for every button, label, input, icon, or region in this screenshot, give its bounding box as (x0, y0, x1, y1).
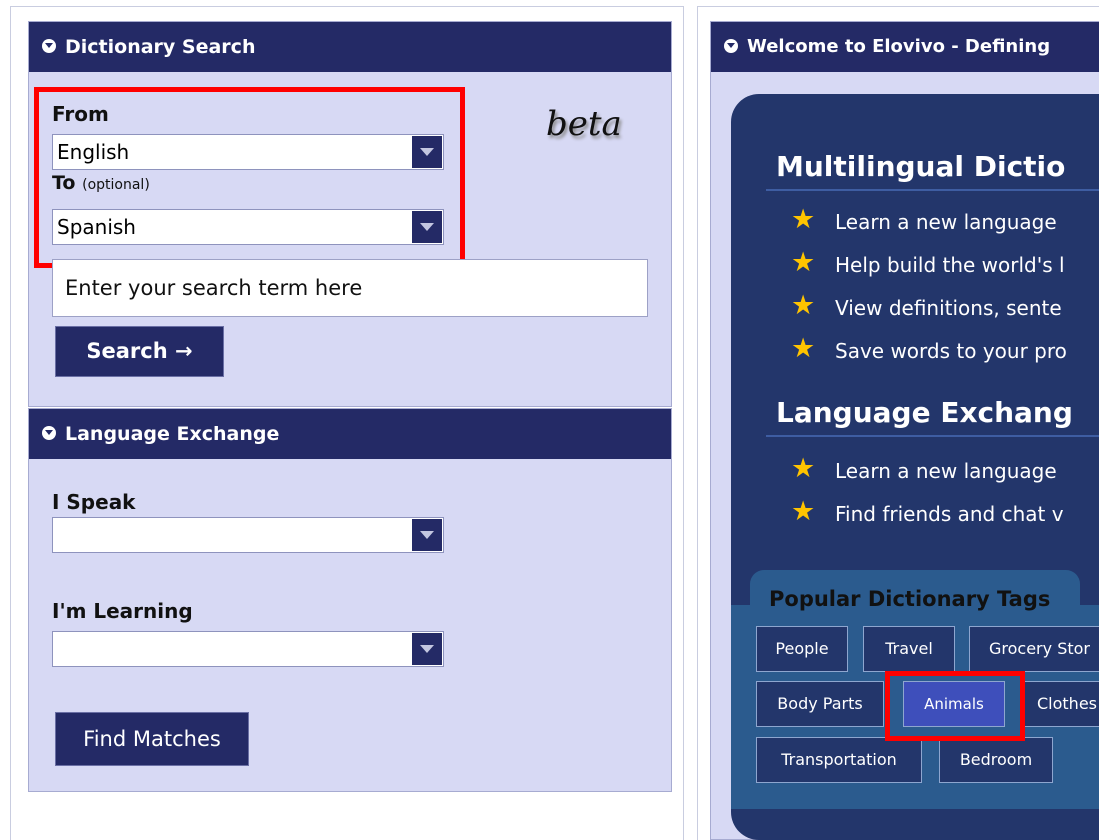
star-icon: ★ (791, 333, 816, 364)
highlight-language-selectors (34, 87, 465, 268)
multilingual-heading: Multilingual Dictio (776, 150, 1066, 183)
feature-item: Find friends and chat v (835, 502, 1064, 526)
tag-travel[interactable]: Travel (863, 626, 955, 672)
feature-item: View definitions, sente (835, 296, 1062, 320)
star-icon: ★ (791, 453, 816, 484)
i-speak-label: I Speak (52, 490, 136, 514)
language-exchange-title: Language Exchange (65, 423, 280, 445)
tag-transportation[interactable]: Transportation (756, 737, 922, 783)
heading-divider (766, 435, 1099, 437)
feature-item: Save words to your pro (835, 339, 1067, 363)
feature-item: Learn a new language (835, 459, 1057, 483)
collapse-icon[interactable] (42, 426, 56, 440)
learning-label: I'm Learning (52, 599, 193, 623)
i-speak-select[interactable] (52, 517, 444, 553)
popular-tags-tab[interactable]: Popular Dictionary Tags (750, 570, 1080, 614)
feature-item: Help build the world's l (835, 253, 1065, 277)
chevron-down-icon[interactable] (412, 633, 442, 665)
star-icon: ★ (791, 204, 816, 235)
collapse-icon[interactable] (724, 39, 738, 53)
dictionary-search-header[interactable]: Dictionary Search (29, 22, 671, 72)
learning-select[interactable] (52, 631, 444, 667)
star-icon: ★ (791, 290, 816, 321)
highlight-animals-tag (885, 671, 1025, 741)
tag-body-parts[interactable]: Body Parts (756, 681, 884, 727)
search-button[interactable]: Search → (55, 326, 224, 377)
welcome-header[interactable]: Welcome to Elovivo - Defining (711, 22, 1099, 72)
collapse-icon[interactable] (42, 39, 56, 53)
search-input[interactable]: Enter your search term here (52, 259, 648, 317)
beta-badge: beta (546, 104, 622, 144)
language-exchange-header[interactable]: Language Exchange (29, 409, 671, 459)
welcome-title: Welcome to Elovivo - Defining (747, 36, 1051, 57)
star-icon: ★ (791, 247, 816, 278)
dictionary-search-title: Dictionary Search (65, 36, 256, 58)
chevron-down-icon[interactable] (412, 519, 442, 551)
tag-clothes[interactable]: Clothes (1023, 681, 1099, 727)
tag-people[interactable]: People (756, 626, 848, 672)
feature-item: Learn a new language (835, 210, 1057, 234)
star-icon: ★ (791, 496, 816, 527)
find-matches-button[interactable]: Find Matches (55, 712, 249, 766)
exchange-heading: Language Exchang (776, 396, 1073, 429)
tag-bedroom[interactable]: Bedroom (939, 737, 1053, 783)
heading-divider (766, 189, 1099, 191)
tag-grocery-store[interactable]: Grocery Stor (969, 626, 1099, 672)
